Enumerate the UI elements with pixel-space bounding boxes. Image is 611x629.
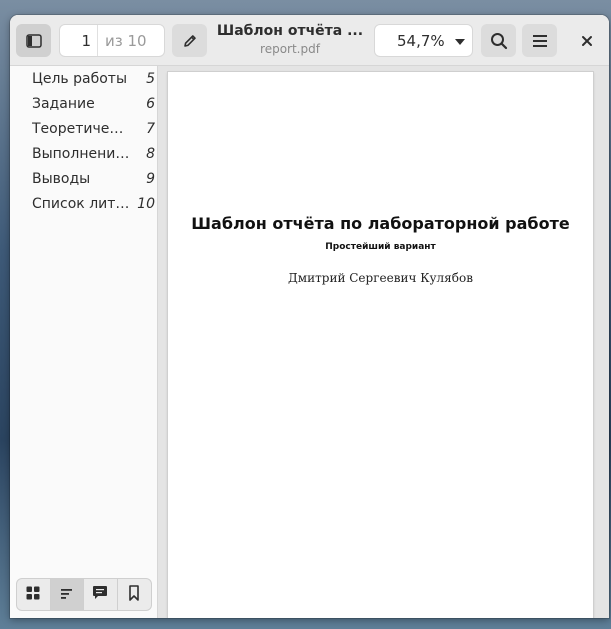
current-page-input[interactable]: 1 xyxy=(60,32,97,50)
bookmarks-mode-button[interactable] xyxy=(118,579,151,610)
bookmark-icon xyxy=(128,584,140,605)
outline-item-page: 5 xyxy=(146,70,155,87)
annotations-mode-button[interactable] xyxy=(84,579,118,610)
thumbnails-mode-button[interactable] xyxy=(17,579,51,610)
outline-item-page: 7 xyxy=(146,120,155,137)
grid-icon xyxy=(26,585,40,604)
outline-item-page: 10 xyxy=(137,195,155,212)
outline-item-label: Задание xyxy=(32,95,95,112)
outline-item[interactable]: Выводы 9 xyxy=(10,166,158,191)
toggle-sidebar-button[interactable] xyxy=(16,24,51,57)
document-view[interactable]: Шаблон отчёта по лабораторной работе Про… xyxy=(158,66,609,618)
window-title-block: Шаблон отчёта ... report.pdf xyxy=(215,23,365,56)
outline-item-label: Теоретичес… xyxy=(32,120,130,137)
pdf-page: Шаблон отчёта по лабораторной работе Про… xyxy=(168,72,593,618)
outline-item-page: 9 xyxy=(146,170,155,187)
window-subtitle: report.pdf xyxy=(260,42,320,56)
zoom-value: 54,7% xyxy=(397,31,445,50)
outline-item[interactable]: Выполнение… 8 xyxy=(10,141,158,166)
annotate-button[interactable] xyxy=(172,24,207,57)
page-total-label: из 10 xyxy=(105,31,147,50)
outline-item-label: Выполнение… xyxy=(32,145,130,162)
chevron-down-icon xyxy=(454,32,466,50)
search-icon xyxy=(490,32,508,50)
zoom-dropdown[interactable]: 54,7% xyxy=(374,24,473,57)
outline-item[interactable]: Список лите… 10 xyxy=(10,191,158,216)
outline-item-label: Выводы xyxy=(32,170,91,187)
hamburger-icon xyxy=(532,34,548,48)
search-button[interactable] xyxy=(481,24,516,57)
outline-item[interactable]: Теоретичес… 7 xyxy=(10,116,158,141)
outline-mode-button[interactable] xyxy=(50,579,84,610)
outline-item-label: Список лите… xyxy=(32,195,130,212)
outline-sidebar: Цель работы 5 Задание 6 Теоретичес… 7 Вы… xyxy=(10,66,158,618)
comment-icon xyxy=(92,585,108,604)
sidebar-icon xyxy=(25,33,42,48)
document-author: Дмитрий Сергеевич Кулябов xyxy=(288,271,473,285)
close-window-button[interactable] xyxy=(569,24,604,57)
outline-item[interactable]: Цель работы 5 xyxy=(10,66,158,91)
sidebar-mode-switcher xyxy=(16,578,152,611)
document-viewer-window: 1 из 10 Шаблон отчёта ... report.pdf 54,… xyxy=(10,15,609,618)
document-subtitle: Простейший вариант xyxy=(325,242,436,252)
outline-item[interactable]: Задание 6 xyxy=(10,91,158,116)
outline-icon xyxy=(60,585,74,604)
main-menu-button[interactable] xyxy=(522,24,557,57)
window-title: Шаблон отчёта ... xyxy=(216,23,364,39)
page-number-entry[interactable]: 1 из 10 xyxy=(59,24,165,57)
outline-item-page: 6 xyxy=(146,95,155,112)
outline-item-page: 8 xyxy=(146,145,155,162)
outline-item-label: Цель работы xyxy=(32,70,128,87)
close-icon xyxy=(581,35,593,47)
document-title: Шаблон отчёта по лабораторной работе xyxy=(191,214,570,233)
pencil-icon xyxy=(182,33,198,49)
header-bar: 1 из 10 Шаблон отчёта ... report.pdf 54,… xyxy=(10,15,609,66)
